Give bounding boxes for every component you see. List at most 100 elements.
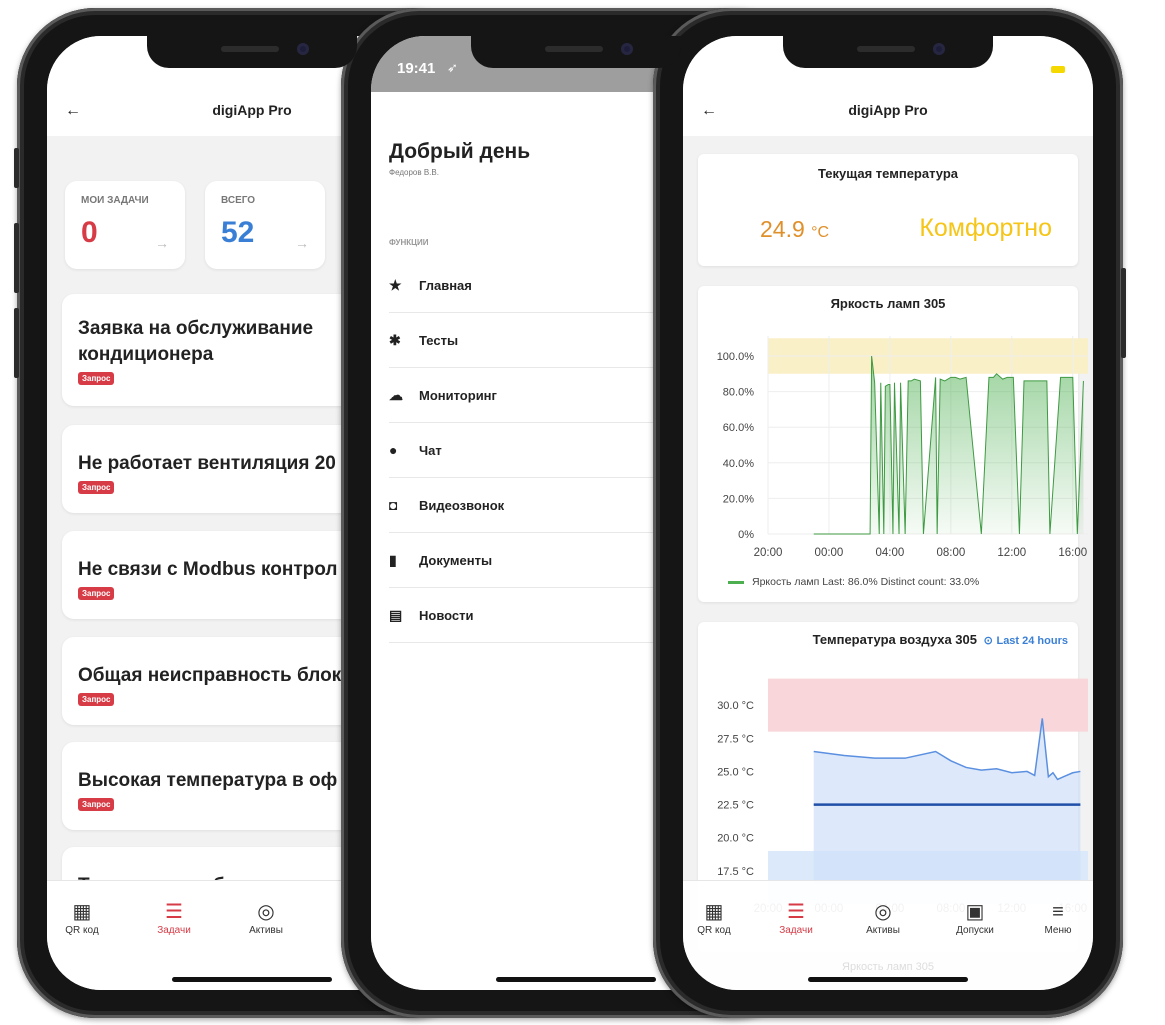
tab-tasks[interactable]: ☰ Задачи bbox=[761, 899, 831, 936]
brightness-card: Яркость ламп 305 0% 20.0% 40.0% 60.0% 80.0% 1… bbox=[698, 286, 1088, 602]
y-tick-label: 20.0% bbox=[723, 493, 754, 505]
phone-dashboard: ← digiApp Pro Текущая температура 24.9 °… bbox=[653, 8, 1126, 1018]
y-tick-label: 22.5 °C bbox=[717, 800, 754, 812]
status-badge: Запрос bbox=[78, 481, 115, 494]
series-area bbox=[813, 356, 1084, 534]
series-area bbox=[813, 718, 1081, 885]
comfort-status: Комфортно bbox=[919, 214, 1052, 242]
menu-item-label: Мониторинг bbox=[419, 387, 497, 403]
section-header: ФУНКЦИИ bbox=[389, 238, 429, 247]
x-tick-label: 08:00 bbox=[936, 547, 965, 559]
legend-swatch bbox=[728, 580, 744, 584]
qr-icon: ▦ bbox=[72, 901, 92, 923]
document-icon: ▮ bbox=[389, 551, 397, 568]
all-tasks-card[interactable]: ВСЕГО 52 → bbox=[205, 181, 325, 269]
screen-dashboard: ← digiApp Pro Текущая температура 24.9 °… bbox=[683, 36, 1093, 990]
task-title: Заявка на обслуживание кондиционера bbox=[78, 318, 314, 365]
tab-label: Задачи bbox=[779, 925, 813, 936]
legend-text: Яркость ламп Last: 86.0% Distinct count:… bbox=[752, 576, 980, 588]
news-icon: ▤ bbox=[389, 606, 403, 623]
stat-label: МОИ ЗАДАЧИ bbox=[81, 195, 149, 206]
app-title: digiApp Pro bbox=[212, 102, 292, 118]
tab-label: Активы bbox=[249, 925, 283, 936]
brightness-chart: 0% 20.0% 40.0% 60.0% 80.0% 100.0% 20:00 00:00 04… bbox=[717, 336, 1088, 559]
task-title: Не работает вентиляция 20 bbox=[78, 453, 336, 474]
arrow-left-icon[interactable]: ← bbox=[65, 102, 81, 120]
tab-label: Меню bbox=[1044, 925, 1072, 936]
menu-item-label: Главная bbox=[419, 277, 472, 293]
y-tick-label: 20.0 °C bbox=[717, 833, 754, 845]
tasks-icon: ☰ bbox=[787, 901, 805, 923]
cloud-icon: ☁ bbox=[389, 386, 403, 403]
tab-qr[interactable]: ▦ QR код bbox=[47, 899, 117, 936]
location-icon: ➶ bbox=[447, 60, 458, 75]
tasks-icon: ☰ bbox=[165, 901, 183, 923]
star-icon: ★ bbox=[389, 276, 402, 293]
tab-label: Допуски bbox=[956, 925, 994, 936]
target-icon: ◎ bbox=[257, 901, 275, 923]
threshold-band bbox=[768, 678, 1088, 732]
menu-item-label: Новости bbox=[419, 607, 474, 623]
menu-item-label: Документы bbox=[419, 552, 493, 568]
app-title: digiApp Pro bbox=[848, 102, 928, 118]
task-title: Общая неисправность блок bbox=[78, 665, 342, 686]
tab-assets[interactable]: ◎ Активы bbox=[231, 899, 301, 936]
tab-tasks[interactable]: ☰ Задачи bbox=[139, 899, 209, 936]
task-title: Не связи с Modbus контрол bbox=[78, 559, 338, 580]
gear-icon: ✱ bbox=[389, 331, 401, 348]
x-tick-label: 12:00 bbox=[997, 547, 1026, 559]
temperature-number: 24.9 bbox=[760, 216, 805, 242]
my-tasks-card[interactable]: МОИ ЗАДАЧИ 0 → bbox=[65, 181, 185, 269]
card-title: Текущая температура bbox=[817, 166, 959, 181]
tab-bar: ▦ QR код ☰ Задачи ◎ Активы ▣ Допуски ≡ М… bbox=[683, 880, 1093, 990]
status-badge: Запрос bbox=[78, 587, 115, 600]
target-icon: ◎ bbox=[874, 901, 892, 923]
x-tick-label: 20:00 bbox=[754, 547, 783, 559]
x-tick-label: 04:00 bbox=[876, 547, 905, 559]
status-time: 19:41 bbox=[397, 60, 436, 77]
stat-label: ВСЕГО bbox=[221, 195, 256, 206]
y-tick-label: 40.0% bbox=[723, 458, 754, 470]
status-badge: Запрос bbox=[78, 693, 115, 706]
x-tick-label: 00:00 bbox=[815, 547, 844, 559]
y-tick-label: 25.0 °C bbox=[717, 766, 754, 778]
menu-item-label: Видеозвонок bbox=[419, 497, 505, 513]
tab-label: QR код bbox=[697, 925, 731, 936]
tab-qr[interactable]: ▦ QR код bbox=[683, 899, 749, 936]
battery-indicator bbox=[1051, 66, 1065, 73]
status-badge: Запрос bbox=[78, 798, 115, 811]
y-tick-label: 80.0% bbox=[723, 387, 754, 399]
status-badge: Запрос bbox=[78, 372, 115, 385]
tab-label: QR код bbox=[65, 925, 99, 936]
chart-legend: Яркость ламп Last: 86.0% Distinct count:… bbox=[728, 576, 979, 588]
arrow-left-icon[interactable]: ← bbox=[701, 102, 717, 120]
y-tick-label: 17.5 °C bbox=[717, 866, 754, 878]
y-tick-label: 60.0% bbox=[723, 422, 754, 434]
chat-icon: ● bbox=[389, 442, 398, 458]
y-tick-label: 30.0 °C bbox=[717, 700, 754, 712]
qr-icon: ▦ bbox=[704, 901, 724, 923]
temperature-value: 24.9 °C bbox=[760, 216, 829, 243]
user-name: Федоров В.В. bbox=[389, 168, 439, 177]
y-tick-label: 27.5 °C bbox=[717, 733, 754, 745]
task-title: Высокая температура в оф bbox=[78, 770, 338, 791]
temperature-card: Текущая температура 24.9 °C Комфортно bbox=[698, 154, 1078, 266]
menu-item-label: Тесты bbox=[419, 332, 459, 348]
y-tick-label: 0% bbox=[738, 529, 754, 541]
arrow-right-icon: → bbox=[155, 235, 169, 251]
tab-permits[interactable]: ▣ Допуски bbox=[940, 899, 1010, 936]
y-tick-label: 100.0% bbox=[717, 351, 755, 363]
menu-icon: ≡ bbox=[1052, 901, 1064, 923]
tab-label: Задачи bbox=[157, 925, 191, 936]
temperature-unit: °C bbox=[811, 224, 830, 241]
menu-item-label: Чат bbox=[419, 442, 442, 458]
tab-assets[interactable]: ◎ Активы bbox=[848, 899, 918, 936]
x-tick-label: 16:00 bbox=[1058, 547, 1087, 559]
faded-content: Яркость ламп 305 bbox=[842, 961, 934, 973]
tab-label: Активы bbox=[866, 925, 900, 936]
tab-menu[interactable]: ≡ Меню bbox=[1023, 899, 1093, 936]
arrow-right-icon: → bbox=[295, 235, 309, 251]
camera-icon: ◘ bbox=[389, 497, 398, 513]
id-card-icon: ▣ bbox=[965, 901, 985, 923]
greeting: Добрый день bbox=[389, 140, 531, 163]
